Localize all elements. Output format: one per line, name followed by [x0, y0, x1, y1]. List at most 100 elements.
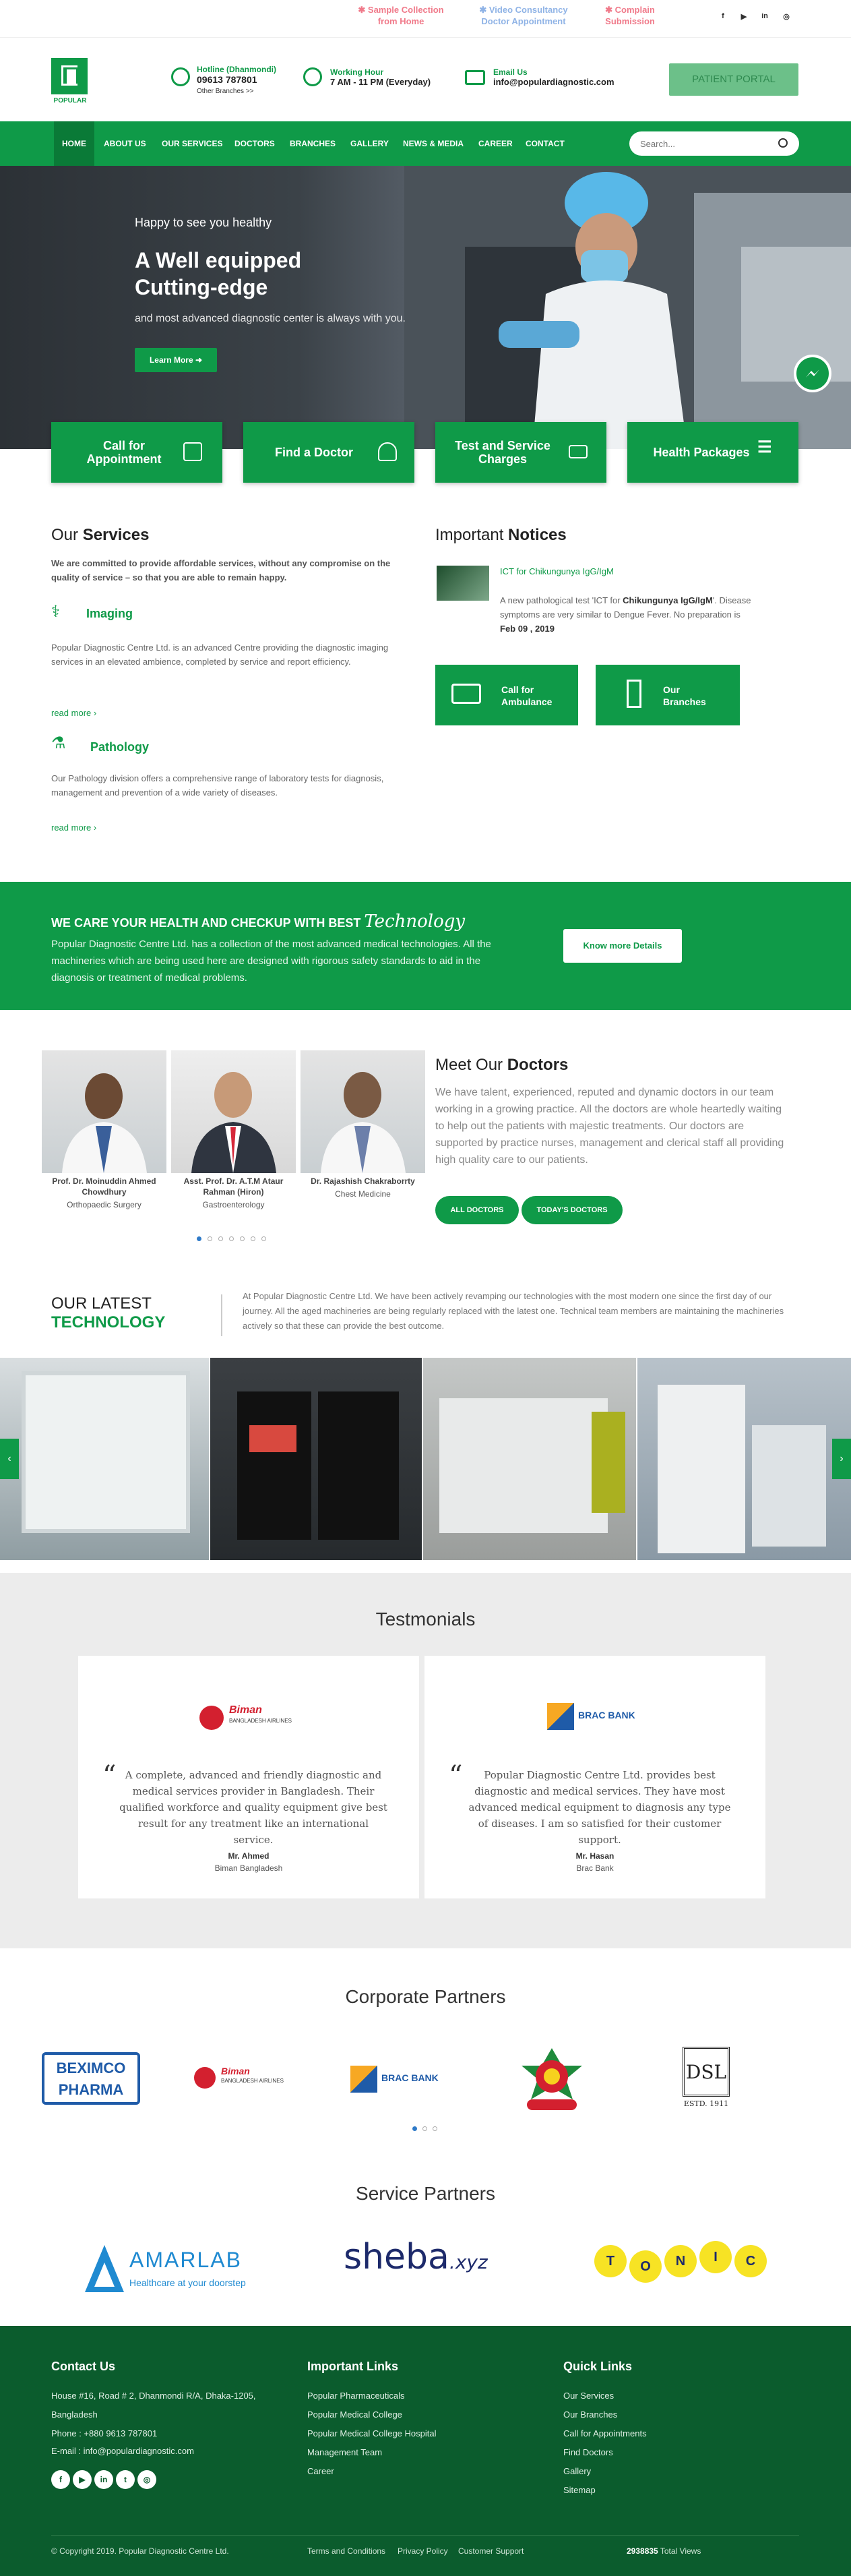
brac-bank-partner-logo[interactable]: BRAC BANK	[350, 2064, 451, 2094]
hotline-number[interactable]: 09613 787801	[197, 74, 276, 85]
pathology-title[interactable]: Pathology	[90, 740, 149, 754]
carousel-next-button[interactable]: ›	[832, 1439, 851, 1479]
footer-quick-link[interactable]: Our Services	[563, 2391, 614, 2401]
footer-phone[interactable]: Phone : +880 9613 787801	[51, 2428, 157, 2438]
carousel-dot[interactable]	[240, 1236, 245, 1241]
health-packages-box[interactable]: Health Packages ☰	[627, 422, 798, 483]
know-more-details-button[interactable]: Know more Details	[563, 929, 682, 963]
doctors-title: Meet Our Doctors	[435, 1056, 569, 1074]
ambulance-icon	[451, 684, 481, 704]
sample-collection-link[interactable]: ✱ Sample Collection from Home	[354, 4, 448, 27]
our-branches-button[interactable]: Our Branches	[596, 665, 740, 725]
all-doctors-button[interactable]: ALL DOCTORS	[435, 1196, 519, 1224]
chevron-right-icon: ›	[93, 708, 97, 718]
youtube-icon[interactable]: ▶	[73, 2470, 92, 2489]
biman-partner-logo[interactable]: Biman BANGLADESH AIRLINES	[194, 2066, 295, 2093]
carousel-dot[interactable]	[208, 1236, 212, 1241]
doctor-card[interactable]: Dr. Rajashish Chakraborrty Chest Medicin…	[301, 1050, 425, 1199]
nav-career[interactable]: CAREER	[478, 121, 513, 166]
search-input[interactable]	[629, 131, 799, 156]
footer-quick-link[interactable]: Our Branches	[563, 2409, 617, 2420]
beximco-logo[interactable]: BEXIMCO PHARMA	[42, 2052, 140, 2105]
nav-branches[interactable]: BRANCHES	[290, 121, 336, 166]
find-doctor-box[interactable]: Find a Doctor	[243, 422, 414, 483]
carousel-dot[interactable]	[251, 1236, 255, 1241]
footer-link[interactable]: Career	[307, 2466, 334, 2476]
carousel-dot[interactable]	[433, 2126, 437, 2131]
carousel-dot[interactable]	[261, 1236, 266, 1241]
sheba-xyz-logo[interactable]: sheba.xyz	[344, 2237, 512, 2291]
nav-doctors[interactable]: DOCTORS	[234, 121, 275, 166]
nav-our-services[interactable]: OUR SERVICES	[162, 121, 222, 166]
carousel-dot[interactable]	[412, 2126, 417, 2131]
footer-link[interactable]: Popular Medical College Hospital	[307, 2428, 437, 2438]
footer-email[interactable]: E-mail : info@populardiagnostic.com	[51, 2446, 194, 2456]
carousel-prev-button[interactable]: ‹	[0, 1439, 19, 1479]
twitter-icon[interactable]: t	[116, 2470, 135, 2489]
nav-news-media[interactable]: NEWS & MEDIA	[403, 121, 464, 166]
imaging-title[interactable]: Imaging	[86, 607, 133, 621]
nav-home[interactable]: HOME	[54, 121, 94, 166]
footer-quick-link[interactable]: Sitemap	[563, 2485, 596, 2495]
dsl-logo[interactable]: DSL ESTD. 1911	[679, 2047, 733, 2114]
facebook-icon[interactable]: f	[718, 12, 728, 22]
facebook-icon[interactable]: f	[51, 2470, 70, 2489]
notice-title-link[interactable]: ICT for Chikungunya IgG/IgM	[500, 566, 614, 576]
emblem-logo[interactable]	[515, 2045, 589, 2113]
other-branches-link[interactable]: Other Branches >>	[197, 88, 276, 95]
footer-quick-link[interactable]: Gallery	[563, 2466, 591, 2476]
todays-doctors-button[interactable]: TODAY'S DOCTORS	[522, 1196, 623, 1224]
email-link[interactable]: info@populardiagnostic.com	[493, 77, 614, 87]
footer-address-country: Bangladesh	[51, 2409, 98, 2420]
doctor-photo	[42, 1050, 166, 1173]
nav-about-us[interactable]: ABOUT US	[104, 121, 146, 166]
carousel-dot[interactable]	[229, 1236, 234, 1241]
testimonial-card: Biman BANGLADESH AIRLINES “ A complete, …	[78, 1656, 419, 1898]
footer-quick-link[interactable]: Call for Appointments	[563, 2428, 647, 2438]
customer-support-link[interactable]: Customer Support	[458, 2546, 524, 2556]
working-hour-info: Working Hour 7 AM - 11 PM (Everyday)	[330, 67, 431, 87]
youtube-icon[interactable]: ▶	[739, 12, 749, 22]
notice-thumbnail[interactable]	[437, 566, 489, 601]
copyright: © Copyright 2019. Popular Diagnostic Cen…	[51, 2546, 229, 2556]
testimonial-quote: A complete, advanced and friendly diagno…	[119, 1769, 387, 1846]
logo[interactable]	[51, 58, 88, 94]
instagram-icon[interactable]: ◎	[137, 2470, 156, 2489]
test-service-charges-box[interactable]: Test and Service Charges	[435, 422, 606, 483]
linkedin-icon[interactable]: in	[94, 2470, 113, 2489]
doctor-card[interactable]: Prof. Dr. Moinuddin Ahmed Chowdhury Orth…	[42, 1050, 166, 1209]
nav-gallery[interactable]: GALLERY	[350, 121, 389, 166]
footer-link[interactable]: Popular Pharmaceuticals	[307, 2391, 405, 2401]
carousel-dot[interactable]	[218, 1236, 223, 1241]
learn-more-button[interactable]: Learn More ➜	[135, 348, 217, 372]
linkedin-icon[interactable]: in	[760, 12, 769, 22]
patient-portal-button[interactable]: PATIENT PORTAL	[669, 63, 798, 96]
imaging-read-more-link[interactable]: read more ›	[51, 708, 96, 718]
quote-icon: “	[449, 1760, 463, 1791]
search-icon[interactable]	[778, 138, 788, 148]
doctor-card[interactable]: Asst. Prof. Dr. A.T.M Ataur Rahman (Hiro…	[171, 1050, 296, 1209]
testimonial-name: Mr. Hasan	[575, 1851, 614, 1861]
tonic-logo[interactable]: T O N I C	[594, 2241, 767, 2283]
complain-submission-link[interactable]: ✱ Complain Submission	[596, 4, 664, 27]
instagram-icon[interactable]: ◎	[782, 12, 791, 22]
video-consultancy-link[interactable]: ✱ Video Consultancy Doctor Appointment	[473, 4, 574, 27]
amarlab-logo[interactable]: AMARLAB Healthcare at your doorstep	[85, 2244, 267, 2298]
terms-link[interactable]: Terms and Conditions	[307, 2546, 385, 2556]
footer-link[interactable]: Management Team	[307, 2447, 382, 2457]
doctor-name: Asst. Prof. Dr. A.T.M Ataur Rahman (Hiro…	[183, 1176, 284, 1197]
carousel-dot[interactable]	[422, 2126, 427, 2131]
call-ambulance-button[interactable]: Call for Ambulance	[435, 665, 578, 725]
call-appointment-box[interactable]: Call for Appointment	[51, 422, 222, 483]
hero-tagline: Happy to see you healthy	[135, 216, 272, 229]
testimonial-card: BRAC BANK “ Popular Diagnostic Centre Lt…	[424, 1656, 765, 1898]
nav-contact[interactable]: CONTACT	[526, 121, 565, 166]
site-footer: Contact Us House #16, Road # 2, Dhanmond…	[0, 2326, 851, 2576]
privacy-link[interactable]: Privacy Policy	[398, 2546, 448, 2556]
footer-link[interactable]: Popular Medical College	[307, 2409, 402, 2420]
carousel-dot[interactable]	[197, 1236, 201, 1241]
email-icon	[465, 70, 485, 85]
footer-quick-link[interactable]: Find Doctors	[563, 2447, 613, 2457]
messenger-chat-button[interactable]	[794, 355, 831, 392]
pathology-read-more-link[interactable]: read more ›	[51, 822, 96, 833]
